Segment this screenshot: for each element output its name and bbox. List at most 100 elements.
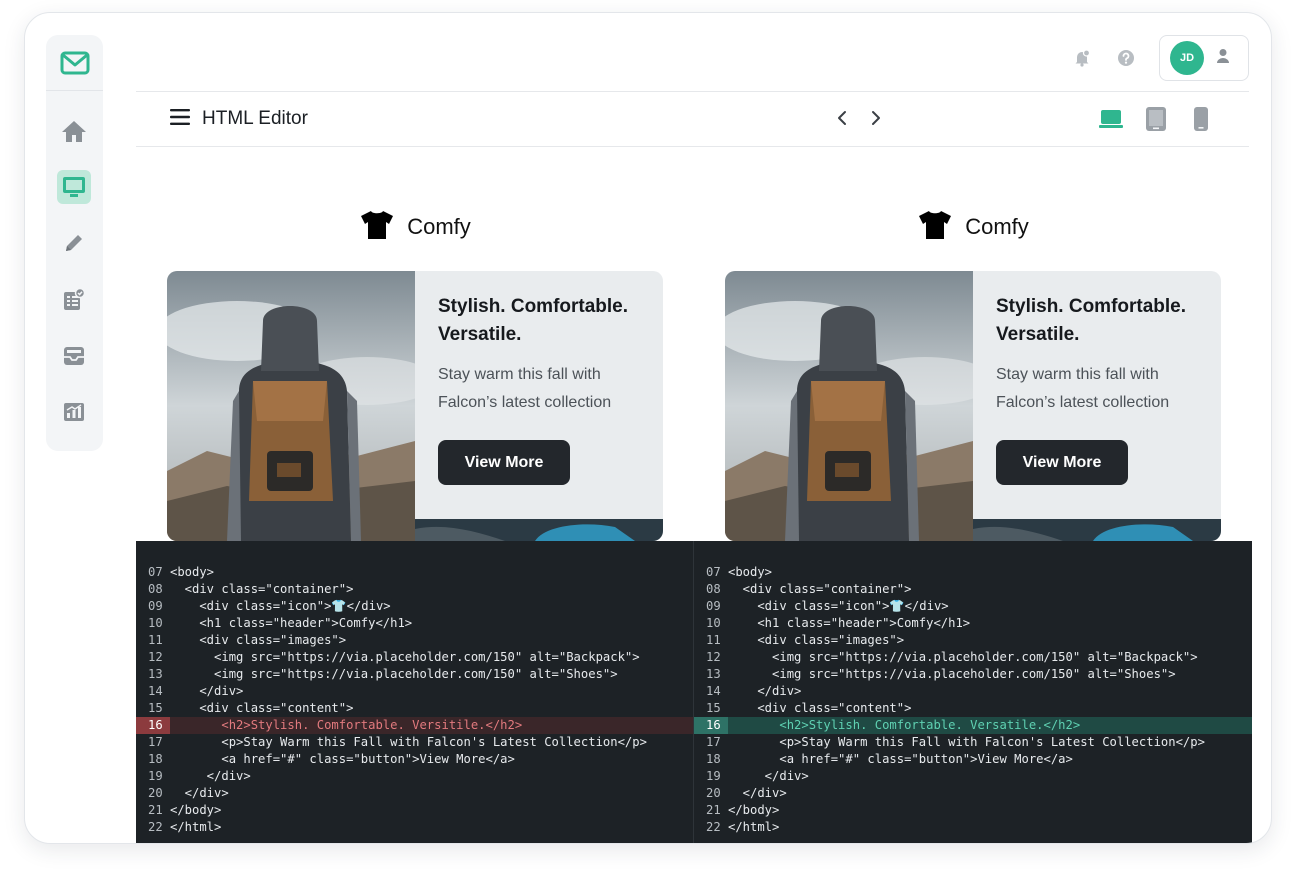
code-line[interactable]: 20 </div> (136, 785, 693, 802)
line-number: 16 (136, 717, 170, 734)
card-headline: Stylish. Comfortable. Versatile. (438, 296, 629, 345)
line-number: 20 (148, 786, 163, 800)
pencil-icon[interactable] (57, 226, 91, 260)
code-line[interactable]: 13 <img src="https://via.placeholder.com… (694, 666, 1252, 683)
code-line[interactable]: 17 <p>Stay Warm this Fall with Falcon's … (136, 734, 693, 751)
view-more-button[interactable]: View More (438, 440, 570, 485)
editor-header: HTML Editor (170, 105, 308, 133)
line-number: 10 (148, 616, 163, 630)
inbox-icon[interactable] (57, 339, 91, 373)
line-number: 12 (148, 650, 163, 664)
code-line[interactable]: 13 <img src="https://via.placeholder.com… (136, 666, 693, 683)
chart-icon[interactable] (57, 395, 91, 429)
shoes-photo (415, 519, 663, 541)
card-headline: Stylish. Comfortable. Versatile. (996, 296, 1187, 345)
hero-card: Stylish. Comfortable. Versatile. Stay wa… (725, 271, 1221, 541)
bell-icon[interactable] (1071, 47, 1093, 69)
code-line[interactable]: 15 <div class="content"> (694, 700, 1252, 717)
view-more-button[interactable]: View More (996, 440, 1128, 485)
code-line[interactable]: 12 <img src="https://via.placeholder.com… (694, 649, 1252, 666)
code-text: <img src="https://via.placeholder.com/15… (728, 650, 1198, 664)
line-number: 21 (148, 803, 163, 817)
tshirt-icon (359, 209, 395, 246)
code-line[interactable]: 22 </html> (694, 819, 1252, 836)
app-window: JD HTML Editor Comfy Stylish. Comfortabl… (24, 12, 1272, 844)
code-line[interactable]: 14 </div> (136, 683, 693, 700)
code-line[interactable]: 16 <h2>Stylish. Comfortable. Versitile.<… (136, 717, 693, 734)
code-text: <div class="images"> (170, 633, 347, 647)
code-line[interactable]: 16 <h2>Stylish. Comfortable. Versatile.<… (694, 717, 1252, 734)
code-line[interactable]: 08 <div class="container"> (136, 581, 693, 598)
user-icon[interactable] (1216, 48, 1230, 69)
code-line[interactable]: 09 <div class="icon">👕</div> (694, 598, 1252, 615)
hero-card: Stylish. Comfortable. Versatile. Stay wa… (167, 271, 663, 541)
code-line[interactable]: 17 <p>Stay Warm this Fall with Falcon's … (694, 734, 1252, 751)
code-line[interactable]: 09 <div class="icon">👕</div> (136, 598, 693, 615)
history-nav (831, 107, 899, 129)
tshirt-icon (917, 209, 953, 246)
code-line[interactable]: 10 <h1 class="header">Comfy</h1> (136, 615, 693, 632)
code-text: <img src="https://via.placeholder.com/15… (728, 667, 1176, 681)
code-line[interactable]: 07 <body> (136, 564, 693, 581)
code-line[interactable]: 07 <body> (694, 564, 1252, 581)
help-icon[interactable] (1115, 47, 1137, 69)
line-number: 19 (148, 769, 163, 783)
code-text: </div> (728, 684, 802, 698)
sidebar (46, 35, 103, 451)
home-icon[interactable] (57, 114, 91, 148)
laptop-icon[interactable] (1097, 105, 1125, 133)
code-line[interactable]: 19 </div> (694, 768, 1252, 785)
code-line[interactable]: 18 <a href="#" class="button">View More<… (694, 751, 1252, 768)
line-number: 08 (706, 582, 721, 596)
code-text: </body> (728, 803, 780, 817)
code-pane-original[interactable]: 07 <body> 08 <div class="container"> 09 <di… (136, 541, 694, 843)
tablet-icon[interactable] (1142, 105, 1170, 133)
chevron-right-icon[interactable] (865, 107, 887, 129)
code-pane-modified[interactable]: 07 <body> 08 <div class="container"> 09 <di… (694, 541, 1252, 843)
code-line[interactable]: 10 <h1 class="header">Comfy</h1> (694, 615, 1252, 632)
menu-icon[interactable] (170, 108, 190, 131)
code-text: </div> (728, 769, 809, 783)
line-number: 09 (148, 599, 163, 613)
code-line[interactable]: 18 <a href="#" class="button">View More<… (136, 751, 693, 768)
code-text: <h1 class="header">Comfy</h1> (170, 616, 413, 630)
code-line[interactable]: 19 </div> (136, 768, 693, 785)
code-text: <p>Stay Warm this Fall with Falcon's Lat… (728, 735, 1205, 749)
line-number: 22 (148, 820, 163, 834)
code-text: <h1 class="header">Comfy</h1> (728, 616, 971, 630)
code-text: <h2>Stylish. Comfortable. Versatile.</h2… (728, 718, 1081, 732)
line-number: 16 (694, 717, 728, 734)
card-content: Stylish. Comfortable. Versatile. Stay wa… (996, 293, 1206, 417)
code-text: <body> (170, 565, 215, 579)
code-line[interactable]: 12 <img src="https://via.placeholder.com… (136, 649, 693, 666)
profile-menu[interactable]: JD (1159, 35, 1249, 81)
code-line[interactable]: 20 </div> (694, 785, 1252, 802)
line-number: 07 (148, 565, 163, 579)
code-line[interactable]: 15 <div class="content"> (136, 700, 693, 717)
monitor-icon[interactable] (57, 170, 91, 204)
card-content: Stylish. Comfortable. Versatile. Stay wa… (438, 293, 648, 417)
line-number: 11 (148, 633, 163, 647)
code-text: <h2>Stylish. Comfortable. Versitile.</h2… (170, 718, 523, 732)
code-line[interactable]: 22 </html> (136, 819, 693, 836)
code-line[interactable]: 08 <div class="container"> (694, 581, 1252, 598)
divider (136, 91, 1249, 92)
line-number: 11 (706, 633, 721, 647)
code-text: <div class="icon">👕</div> (170, 599, 391, 613)
code-line[interactable]: 11 <div class="images"> (136, 632, 693, 649)
brand-name: Comfy (407, 214, 471, 239)
mail-logo-icon[interactable] (46, 35, 103, 91)
code-line[interactable]: 14 </div> (694, 683, 1252, 700)
code-line[interactable]: 21 </body> (694, 802, 1252, 819)
checklist-icon[interactable] (57, 283, 91, 317)
code-text: <div class="container"> (170, 582, 354, 596)
device-switcher (1097, 105, 1232, 133)
avatar[interactable]: JD (1170, 41, 1204, 75)
line-number: 17 (148, 735, 163, 749)
code-line[interactable]: 21 </body> (136, 802, 693, 819)
card-text: Stay warm this fall with Falcon’s latest… (996, 366, 1170, 411)
phone-icon[interactable] (1187, 105, 1215, 133)
code-line[interactable]: 11 <div class="images"> (694, 632, 1252, 649)
line-number: 07 (706, 565, 721, 579)
chevron-left-icon[interactable] (831, 107, 853, 129)
